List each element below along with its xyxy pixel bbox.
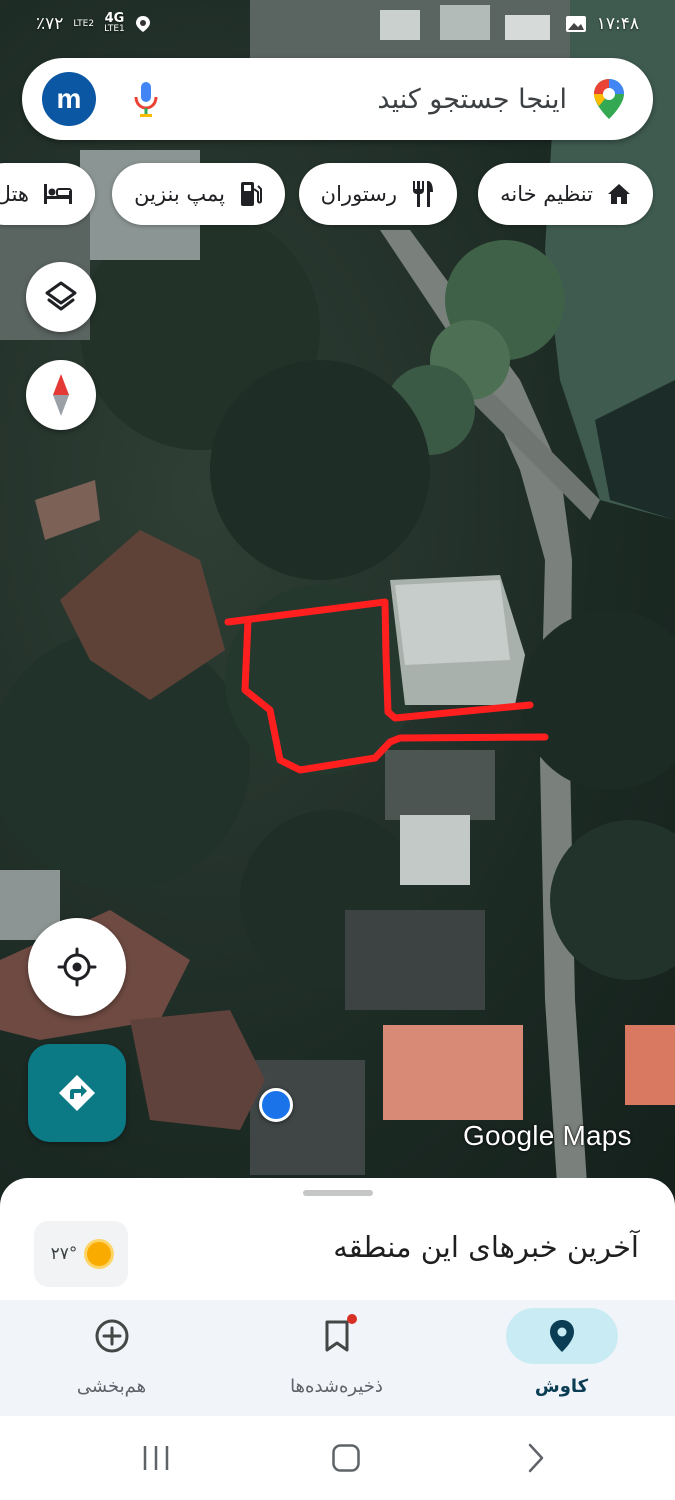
directions-icon [59, 1075, 95, 1111]
nav-item-explore[interactable]: کاوش [504, 1300, 619, 1416]
search-input[interactable]: اینجا جستجو کنید [166, 84, 589, 115]
signal-label-sim1: LTE1 [104, 24, 125, 34]
chip-label-gas-station: پمپ بنزین [134, 182, 225, 206]
chip-set-home[interactable]: تنظیم خانه [478, 163, 653, 225]
clock: ۱۷:۴۸ [596, 14, 639, 34]
home-rounded-square-icon [331, 1444, 360, 1472]
google-maps-watermark: Google Maps [463, 1120, 632, 1151]
current-location-dot[interactable] [259, 1088, 293, 1122]
nav-label-contribute: هم‌بخشی [76, 1376, 147, 1397]
battery-percentage: ٪۷۲ [36, 14, 64, 34]
chip-gas-station[interactable]: پمپ بنزین [112, 163, 285, 225]
chip-label-home: تنظیم خانه [500, 182, 593, 206]
sheet-drag-handle[interactable] [303, 1190, 373, 1196]
google-maps-pin-icon [589, 79, 629, 119]
restaurant-icon [411, 180, 435, 208]
status-bar: ٪۷۲ LTE2 4G LTE1 ۱۷:۴۸ [0, 0, 675, 48]
bookmark-icon [325, 1320, 348, 1352]
search-bar[interactable]: اینجا جستجو کنید m [22, 58, 653, 140]
nav-label-explore: کاوش [534, 1376, 589, 1397]
compass-button[interactable] [26, 360, 96, 430]
layers-icon [45, 281, 77, 311]
my-location-button[interactable] [28, 918, 126, 1016]
nav-active-indicator [505, 1308, 618, 1364]
gas-station-icon [239, 181, 263, 207]
system-navigation-bar [0, 1416, 675, 1500]
location-icon [135, 16, 150, 32]
nav-item-saved[interactable]: ذخیره‌شده‌ها [279, 1300, 394, 1416]
chip-label-hotel: هتل [0, 182, 29, 206]
signal-indicator-sim1: 4G LTE1 [104, 12, 125, 34]
compass-icon [53, 374, 69, 416]
weather-temperature: ۲۷° [50, 1244, 78, 1264]
layers-button[interactable] [26, 262, 96, 332]
signal-label-sim2: LTE2 [73, 18, 95, 29]
nav-icon-wrap-saved [281, 1308, 393, 1364]
home-button[interactable] [326, 1438, 366, 1478]
nav-item-contribute[interactable]: هم‌بخشی [54, 1300, 169, 1416]
back-button[interactable] [515, 1438, 555, 1478]
recent-apps-button[interactable] [136, 1438, 176, 1478]
avatar[interactable]: m [42, 72, 96, 126]
signal-indicator-sim2: LTE2 [73, 18, 95, 29]
microphone-icon[interactable] [126, 79, 166, 119]
bottom-navigation: کاوش ذخیره‌شده‌ها هم‌بخشی [0, 1300, 675, 1416]
sun-icon [87, 1242, 112, 1266]
hotel-icon [43, 183, 73, 205]
chip-label-restaurant: رستوران [320, 182, 397, 206]
local-news-title[interactable]: آخرین خبرهای این منطقه [333, 1230, 639, 1264]
chip-hotel[interactable]: هتل [0, 163, 95, 225]
my-location-icon [57, 947, 97, 987]
recent-apps-icon [143, 1446, 169, 1470]
explore-pin-icon [549, 1320, 574, 1352]
nav-icon-wrap-contribute [56, 1308, 168, 1364]
back-chevron-icon [528, 1443, 544, 1473]
add-circle-icon [95, 1319, 128, 1353]
home-icon [607, 183, 631, 205]
nav-label-saved: ذخیره‌شده‌ها [290, 1376, 383, 1397]
chip-restaurant[interactable]: رستوران [298, 163, 457, 225]
directions-button[interactable] [28, 1044, 126, 1142]
notification-badge [346, 1314, 357, 1324]
weather-badge[interactable]: ۲۷° [34, 1221, 128, 1287]
gallery-notification-icon [565, 16, 586, 32]
